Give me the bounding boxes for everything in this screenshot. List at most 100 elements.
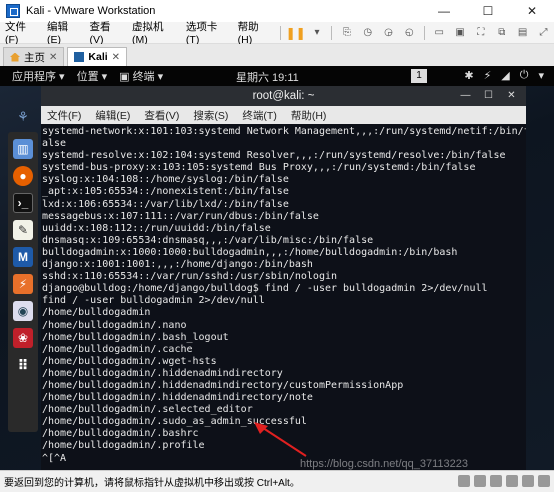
terminal-titlebar[interactable]: root@kali: ~ — ☐ ✕ <box>41 86 526 106</box>
cherrytree-icon[interactable]: ❀ <box>13 328 33 348</box>
places-menu[interactable]: 位置 ▾ <box>77 68 108 84</box>
terminal-line: /home/bulldogadmin/.hiddenadmindirectory <box>42 367 283 379</box>
console-view-icon[interactable]: ▤ <box>515 26 530 40</box>
terminal-line: /home/bulldogadmin/.hiddenadmindirectory… <box>42 379 404 391</box>
term-menu-edit[interactable]: 编辑(E) <box>95 108 130 123</box>
snapshot-icon[interactable]: ◷ <box>360 26 375 40</box>
term-menu-terminal[interactable]: 终端(T) <box>242 108 276 123</box>
close-icon[interactable]: ✕ <box>49 52 57 63</box>
toolbar-separator <box>331 25 333 40</box>
terminal-icon[interactable]: ›_ <box>13 193 33 213</box>
menu-tabs[interactable]: 选项卡(T) <box>181 19 233 46</box>
close-button[interactable]: ✕ <box>510 0 554 22</box>
terminal-line: bulldogadmin:x:1000:1000:bulldogadmin,,,… <box>42 246 458 258</box>
terminal-line: syslog:x:104:108::/home/syslog:/bin/fals… <box>42 174 289 186</box>
annotation-arrow <box>254 422 307 457</box>
vmware-status-bar: 要返回到您的计算机，请将鼠标指针从虚拟机中移出或按 Ctrl+Alt。 <box>0 470 554 492</box>
minimize-button[interactable]: — <box>422 0 466 22</box>
terminal-app-label: 终端 ▾ <box>132 71 164 83</box>
app-grid-icon[interactable]: ⠿ <box>13 355 33 375</box>
menu-file[interactable]: 文件(F) <box>0 19 42 46</box>
vm-icon <box>74 52 85 62</box>
terminal-menubar: 文件(F) 编辑(E) 查看(V) 搜索(S) 终端(T) 帮助(H) <box>41 106 526 124</box>
pause-icon[interactable]: ❚❚ <box>286 26 306 40</box>
revert-snapshot-icon[interactable]: ◶ <box>381 26 396 40</box>
vmware-tabs: 主页 ✕ Kali ✕ <box>0 44 554 66</box>
power-icon[interactable]: ⏻ <box>520 69 529 82</box>
thumbnail-icon[interactable]: ▣ <box>453 26 468 40</box>
burpsuite-icon[interactable]: ⚡ <box>13 274 33 294</box>
terminal-output[interactable]: systemd-network:x:101:103:systemd Networ… <box>41 124 526 470</box>
metasploit-icon[interactable]: M <box>13 247 33 267</box>
maximize-button[interactable]: ☐ <box>466 0 510 22</box>
text-editor-icon[interactable]: ✎ <box>13 220 33 240</box>
workspace-indicator[interactable]: 1 <box>411 69 427 83</box>
gnome-top-bar: 应用程序 ▾ 位置 ▾ ▣ 终端 ▾ 星期六 19:11 1 ✱ ⚡ ◢ ⏻ ▾ <box>0 66 554 86</box>
menu-vm[interactable]: 虚拟机(M) <box>127 19 181 46</box>
tab-home-label: 主页 <box>24 51 45 64</box>
library-icon[interactable]: ▭ <box>432 26 447 40</box>
tab-home[interactable]: 主页 ✕ <box>3 47 65 66</box>
terminal-line: systemd-bus-proxy:x:103:105:systemd Bus … <box>42 162 476 174</box>
minimize-icon[interactable]: — <box>459 89 472 102</box>
menu-view[interactable]: 查看(V) <box>85 19 128 46</box>
display-icon[interactable] <box>538 475 550 487</box>
toolbar-separator <box>279 25 281 40</box>
network-adapter-icon[interactable] <box>490 475 502 487</box>
status-text: 要返回到您的计算机，请将鼠标指针从虚拟机中移出或按 Ctrl+Alt。 <box>4 478 300 489</box>
terminal-line: /home/bulldogadmin/.hiddenadmindirectory… <box>42 392 313 404</box>
terminal-line: /home/bulldogadmin <box>42 307 151 319</box>
accessibility-icon[interactable]: ✱ <box>464 69 473 82</box>
dock: ▥ ● ›_ ✎ M ⚡ ◉ ❀ ⠿ <box>8 132 38 432</box>
term-menu-view[interactable]: 查看(V) <box>144 108 179 123</box>
unity-icon[interactable]: ⧉ <box>494 26 509 40</box>
maximize-icon[interactable]: ☐ <box>482 89 495 102</box>
window-title: Kali - VMware Workstation <box>26 5 156 17</box>
terminal-title: root@kali: ~ <box>252 90 315 102</box>
volume-icon[interactable]: ◢ <box>501 69 509 82</box>
terminal-line: systemd-network:x:101:103:systemd Networ… <box>42 126 526 137</box>
terminal-line: alse <box>42 138 67 150</box>
home-icon <box>10 52 20 62</box>
dropdown-arrow-icon[interactable]: ▾ <box>310 26 325 40</box>
stretch-icon[interactable]: ⤢ <box>536 26 551 40</box>
cdrom-icon[interactable] <box>474 475 486 487</box>
term-menu-help[interactable]: 帮助(H) <box>291 108 327 123</box>
hdd-icon[interactable] <box>458 475 470 487</box>
terminal-line: /home/bulldogadmin/.selected_editor <box>42 404 253 416</box>
menu-help[interactable]: 帮助(H) <box>233 19 276 46</box>
terminal-line: messagebus:x:107:111::/var/run/dbus:/bin… <box>42 210 319 222</box>
eye-icon[interactable]: ◉ <box>13 301 33 321</box>
close-icon[interactable]: ✕ <box>505 89 518 102</box>
applications-menu[interactable]: 应用程序 ▾ <box>12 68 65 84</box>
files-icon[interactable]: ▥ <box>13 139 33 159</box>
vmware-menubar: 文件(F) 编辑(E) 查看(V) 虚拟机(M) 选项卡(T) 帮助(H) ❚❚… <box>0 19 554 46</box>
term-menu-file[interactable]: 文件(F) <box>47 108 81 123</box>
firefox-icon[interactable]: ● <box>13 166 33 186</box>
tab-kali[interactable]: Kali ✕ <box>67 47 128 66</box>
send-keys-icon[interactable]: ⎘ <box>339 26 354 40</box>
terminal-line: /home/bulldogadmin/.cache <box>42 343 193 355</box>
terminal-line: sshd:x:110:65534::/var/run/sshd:/usr/sbi… <box>42 271 338 283</box>
terminal-line: /home/bulldogadmin/.bash_logout <box>42 331 229 343</box>
sound-icon[interactable] <box>522 475 534 487</box>
snapshot-manager-icon[interactable]: ◵ <box>402 26 417 40</box>
terminal-line: django@bulldog:/home/django/bulldog$ fin… <box>42 283 488 295</box>
terminal-line: systemd-resolve:x:102:104:systemd Resolv… <box>42 150 506 162</box>
usb-icon[interactable] <box>506 475 518 487</box>
terminal-line: /home/bulldogadmin/.nano <box>42 319 187 331</box>
fullscreen-icon[interactable]: ⛶ <box>473 26 488 40</box>
terminal-window: root@kali: ~ — ☐ ✕ 文件(F) 编辑(E) 查看(V) 搜索(… <box>41 86 526 470</box>
vmware-logo-icon <box>6 4 20 18</box>
clock[interactable]: 星期六 19:11 <box>236 69 299 85</box>
kali-dragon-icon[interactable]: ⚘ <box>10 107 36 127</box>
chevron-down-icon[interactable]: ▾ <box>538 69 544 82</box>
network-icon[interactable]: ⚡ <box>484 69 492 82</box>
terminal-line: _apt:x:105:65534::/nonexistent:/bin/fals… <box>42 186 289 198</box>
terminal-app-menu[interactable]: ▣ 终端 ▾ <box>119 68 163 84</box>
terminal-line: /home/bulldogadmin/.wget-hsts <box>42 355 217 367</box>
menu-edit[interactable]: 编辑(E) <box>42 19 85 46</box>
term-menu-search[interactable]: 搜索(S) <box>193 108 228 123</box>
toolbar-separator <box>423 25 425 40</box>
close-icon[interactable]: ✕ <box>112 52 120 63</box>
